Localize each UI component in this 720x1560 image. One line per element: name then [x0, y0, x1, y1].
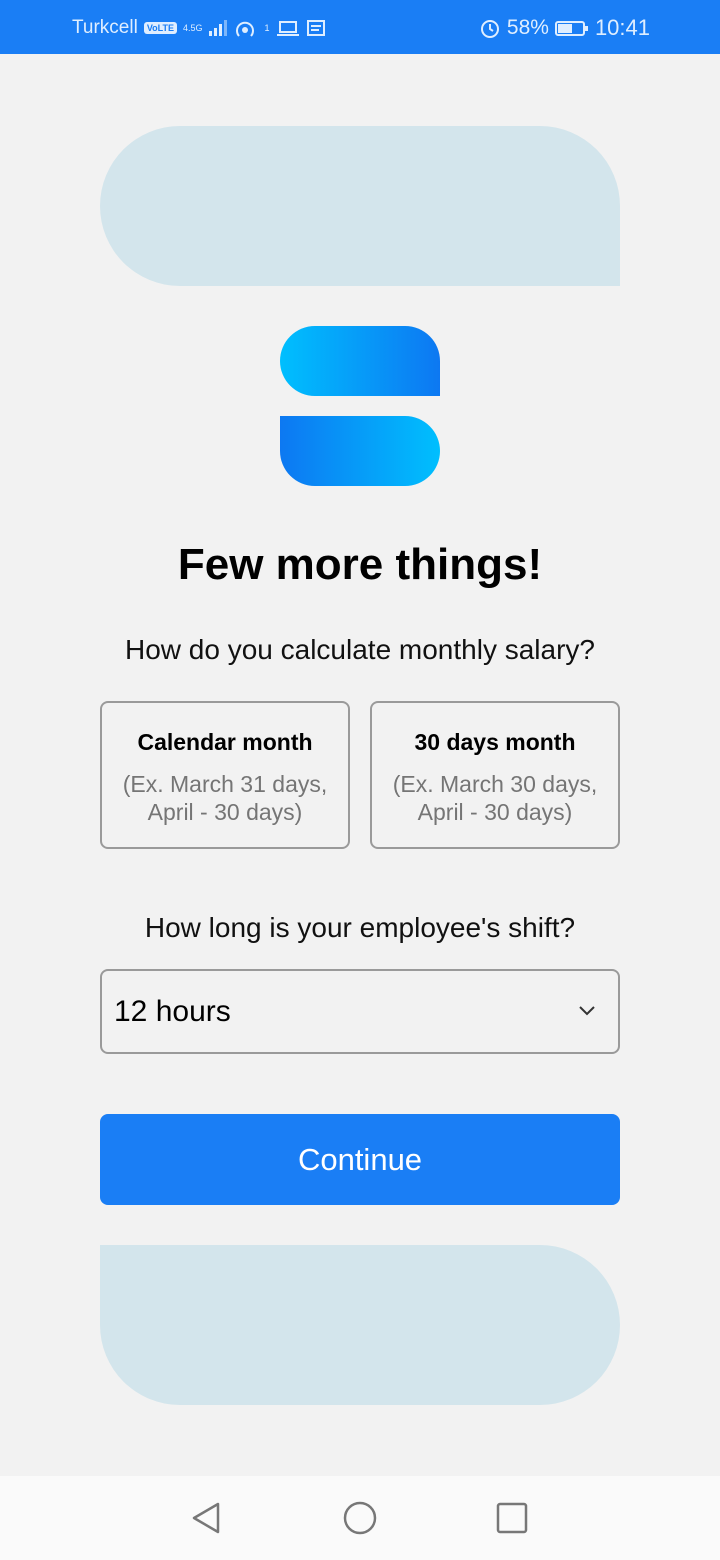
volte-badge: VoLTE — [143, 22, 177, 34]
thirty-days-month-option[interactable]: 30 days month (Ex. March 30 days, April … — [370, 701, 620, 849]
message-icon — [306, 18, 326, 38]
continue-button[interactable]: Continue — [100, 1114, 620, 1205]
carrier-label: Turkcell — [72, 17, 138, 38]
option-description: (Ex. March 30 days, April - 30 days) — [392, 771, 598, 825]
decorative-shape-bottom — [100, 1245, 620, 1405]
logo-bottom-bar — [280, 416, 440, 486]
shift-length-select[interactable]: 12 hours — [100, 969, 620, 1054]
calendar-month-option[interactable]: Calendar month (Ex. March 31 days, April… — [100, 701, 350, 849]
battery-icon — [554, 20, 588, 36]
navigation-bar — [0, 1476, 720, 1560]
home-icon[interactable] — [342, 1500, 378, 1536]
clock: 10:41 — [594, 15, 650, 40]
salary-question: How do you calculate monthly salary? — [124, 634, 595, 665]
laptop-icon — [276, 18, 300, 38]
alarm-icon — [479, 17, 501, 39]
hotspot-icon — [233, 16, 259, 40]
signal-icon — [208, 20, 227, 36]
shift-question: How long is your employee's shift? — [144, 912, 576, 943]
chevron-down-icon — [578, 1003, 596, 1021]
option-title: 30 days month — [414, 729, 576, 755]
recent-apps-icon[interactable] — [494, 1500, 530, 1536]
option-title: Calendar month — [137, 729, 313, 755]
decorative-shape-top — [100, 126, 620, 286]
option-description: (Ex. March 31 days, April - 30 days) — [122, 771, 328, 825]
network-type: 4.5G — [182, 22, 203, 33]
back-icon[interactable] — [188, 1500, 224, 1536]
status-left: Turkcell VoLTE 4.5G 1 — [72, 14, 326, 42]
page-title: Few more things! — [177, 540, 543, 589]
app-logo — [280, 326, 440, 486]
logo-top-bar — [280, 326, 440, 396]
hotspot-count: 1 — [264, 22, 270, 33]
battery-level — [557, 23, 572, 33]
status-right: 58% 10:41 — [479, 14, 650, 42]
shift-length-value: 12 hours — [114, 995, 231, 1028]
status-bar: Turkcell VoLTE 4.5G 1 58% 10:41 — [0, 0, 720, 54]
battery-percent: 58% — [506, 16, 549, 39]
